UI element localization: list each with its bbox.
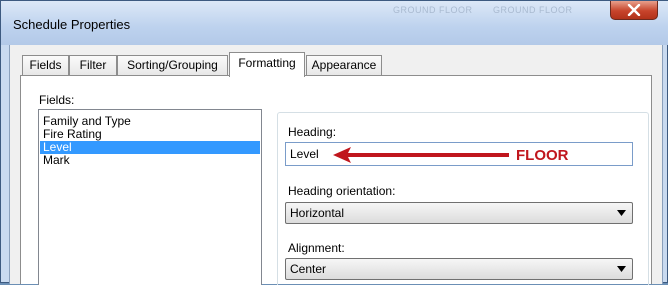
alignment-value: Center [290,262,327,276]
alignment-select[interactable]: Center [285,258,633,280]
heading-label: Heading: [288,125,337,139]
chevron-down-icon [617,259,626,279]
heading-orientation-value: Horizontal [290,206,345,220]
heading-orientation-label: Heading orientation: [288,184,396,198]
background-text: GROUND FLOOR [393,5,473,15]
list-item-selected[interactable]: Level [40,141,260,154]
close-icon [611,1,657,19]
list-item[interactable]: Mark [40,154,260,167]
annotation-label: FLOOR [516,147,569,164]
tab-filter[interactable]: Filter [69,55,117,76]
tab-fields[interactable]: Fields [22,55,69,76]
fields-label: Fields: [39,93,75,107]
tab-appearance[interactable]: Appearance [306,55,382,76]
tab-sorting-grouping[interactable]: Sorting/Grouping [117,55,228,76]
list-item[interactable]: Fire Rating [40,128,260,141]
tab-formatting[interactable]: Formatting [229,52,305,77]
background-text: GROUND FLOOR [493,5,573,15]
close-button[interactable] [610,1,658,20]
fields-list[interactable]: Family and Type Fire Rating Level Mark [38,109,262,285]
alignment-label: Alignment: [288,241,345,255]
schedule-properties-window: GROUND FLOOR GROUND FLOOR Schedule Prope… [0,0,668,285]
heading-orientation-select[interactable]: Horizontal [285,202,633,224]
window-title: Schedule Properties [13,17,131,32]
arrow-left-icon [331,144,511,169]
title-bar[interactable]: GROUND FLOOR GROUND FLOOR Schedule Prope… [1,1,668,45]
chevron-down-icon [617,203,626,223]
